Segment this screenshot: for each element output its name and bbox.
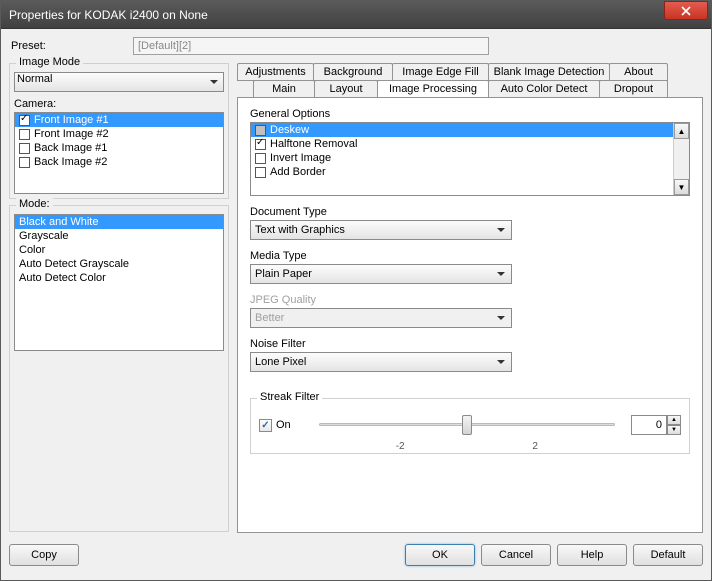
- option-invert[interactable]: Invert Image: [251, 151, 673, 165]
- tab-image-edge-fill[interactable]: Image Edge Fill: [392, 63, 489, 81]
- image-mode-label: Image Mode: [16, 56, 83, 68]
- mode-listbox[interactable]: Black and White Grayscale Color Auto Det…: [14, 214, 224, 351]
- checkbox-icon[interactable]: [19, 129, 30, 140]
- mode-group: Mode: Black and White Grayscale Color Au…: [9, 205, 229, 532]
- tab-main[interactable]: Main: [253, 80, 315, 98]
- image-mode-group: Image Mode Normal Camera: Front Image #1…: [9, 63, 229, 199]
- image-mode-value: Normal: [17, 73, 52, 85]
- checkbox-icon[interactable]: [19, 157, 30, 168]
- general-options-section: General Options Deskew Halftone Removal …: [250, 108, 690, 196]
- streak-on-label: On: [276, 419, 291, 431]
- copy-button[interactable]: Copy: [9, 544, 79, 566]
- checkbox-icon[interactable]: [255, 125, 266, 136]
- mode-label: Mode:: [16, 198, 53, 210]
- preset-input[interactable]: [133, 37, 489, 55]
- spin-up-icon[interactable]: ▲: [667, 415, 681, 425]
- left-panel: Image Mode Normal Camera: Front Image #1…: [9, 63, 229, 538]
- jpeg-quality-section: JPEG Quality Better: [250, 294, 690, 328]
- media-type-select[interactable]: Plain Paper: [250, 264, 512, 284]
- tab-adjustments[interactable]: Adjustments: [237, 63, 314, 81]
- checkbox-icon[interactable]: [255, 153, 266, 164]
- streak-slider[interactable]: -2 2: [319, 413, 615, 437]
- checkbox-icon[interactable]: [255, 139, 266, 150]
- default-button[interactable]: Default: [633, 544, 703, 566]
- general-options-label: General Options: [250, 108, 690, 120]
- scroll-track[interactable]: [674, 139, 689, 179]
- streak-on-checkbox[interactable]: On: [259, 419, 291, 432]
- camera-listbox[interactable]: Front Image #1 Front Image #2 Back Image…: [14, 112, 224, 194]
- checkbox-icon[interactable]: [255, 167, 266, 178]
- titlebar[interactable]: Properties for KODAK i2400 on None: [1, 1, 711, 29]
- tabs-front-row: Main Layout Image Processing Auto Color …: [237, 80, 703, 98]
- close-button[interactable]: [664, 1, 708, 20]
- tab-content: General Options Deskew Halftone Removal …: [237, 97, 703, 533]
- streak-filter-group: Streak Filter On -2 2: [250, 398, 690, 454]
- right-panel: Adjustments Background Image Edge Fill B…: [237, 63, 703, 538]
- option-deskew[interactable]: Deskew: [251, 123, 673, 137]
- document-type-section: Document Type Text with Graphics: [250, 206, 690, 240]
- option-addborder[interactable]: Add Border: [251, 165, 673, 179]
- document-type-select[interactable]: Text with Graphics: [250, 220, 512, 240]
- streak-value-input[interactable]: [631, 415, 667, 435]
- mode-item-bw[interactable]: Black and White: [15, 215, 223, 229]
- help-button[interactable]: Help: [557, 544, 627, 566]
- dialog-content: Preset: Image Mode Normal Camera: Front …: [1, 29, 711, 580]
- camera-item-back2[interactable]: Back Image #2: [15, 155, 223, 169]
- mode-item-autogray[interactable]: Auto Detect Grayscale: [15, 257, 223, 271]
- image-mode-select[interactable]: Normal: [14, 72, 224, 92]
- document-type-label: Document Type: [250, 206, 690, 218]
- camera-item-front2[interactable]: Front Image #2: [15, 127, 223, 141]
- jpeg-quality-select: Better: [250, 308, 512, 328]
- tab-background[interactable]: Background: [313, 63, 393, 81]
- tabs-back-row: Adjustments Background Image Edge Fill B…: [237, 63, 703, 81]
- properties-dialog: Properties for KODAK i2400 on None Prese…: [0, 0, 712, 581]
- mode-item-color[interactable]: Color: [15, 243, 223, 257]
- checkbox-icon[interactable]: [19, 115, 30, 126]
- mode-item-autocolor[interactable]: Auto Detect Color: [15, 271, 223, 285]
- mode-item-gray[interactable]: Grayscale: [15, 229, 223, 243]
- camera-item-front1[interactable]: Front Image #1: [15, 113, 223, 127]
- tab-about[interactable]: About: [609, 63, 668, 81]
- window-title: Properties for KODAK i2400 on None: [9, 8, 208, 22]
- close-icon: [681, 6, 691, 16]
- scroll-down-icon[interactable]: ▼: [674, 179, 689, 195]
- media-type-section: Media Type Plain Paper: [250, 250, 690, 284]
- tab-auto-color-detect[interactable]: Auto Color Detect: [488, 80, 600, 98]
- streak-filter-label: Streak Filter: [257, 391, 322, 403]
- noise-filter-section: Noise Filter Lone Pixel: [250, 338, 690, 372]
- cancel-button[interactable]: Cancel: [481, 544, 551, 566]
- slider-thumb[interactable]: [462, 415, 472, 435]
- slider-ticks: -2 2: [319, 441, 615, 452]
- option-halftone[interactable]: Halftone Removal: [251, 137, 673, 151]
- scrollbar[interactable]: ▲ ▼: [673, 123, 689, 195]
- preset-row: Preset:: [9, 37, 703, 55]
- checkbox-icon[interactable]: [259, 419, 272, 432]
- tab-layout[interactable]: Layout: [314, 80, 378, 98]
- general-options-listbox[interactable]: Deskew Halftone Removal Invert Image Add…: [250, 122, 690, 196]
- streak-value-spinner[interactable]: ▲ ▼: [631, 415, 681, 435]
- tab-image-processing[interactable]: Image Processing: [377, 80, 489, 98]
- scroll-up-icon[interactable]: ▲: [674, 123, 689, 139]
- dialog-buttons: Copy OK Cancel Help Default: [9, 544, 703, 566]
- camera-label: Camera:: [14, 98, 224, 110]
- checkbox-icon[interactable]: [19, 143, 30, 154]
- ok-button[interactable]: OK: [405, 544, 475, 566]
- jpeg-quality-label: JPEG Quality: [250, 294, 690, 306]
- camera-item-back1[interactable]: Back Image #1: [15, 141, 223, 155]
- media-type-label: Media Type: [250, 250, 690, 262]
- noise-filter-select[interactable]: Lone Pixel: [250, 352, 512, 372]
- noise-filter-label: Noise Filter: [250, 338, 690, 350]
- spin-down-icon[interactable]: ▼: [667, 425, 681, 435]
- tab-dropout[interactable]: Dropout: [599, 80, 668, 98]
- tab-blank-image-detection[interactable]: Blank Image Detection: [488, 63, 610, 81]
- preset-label: Preset:: [9, 40, 133, 52]
